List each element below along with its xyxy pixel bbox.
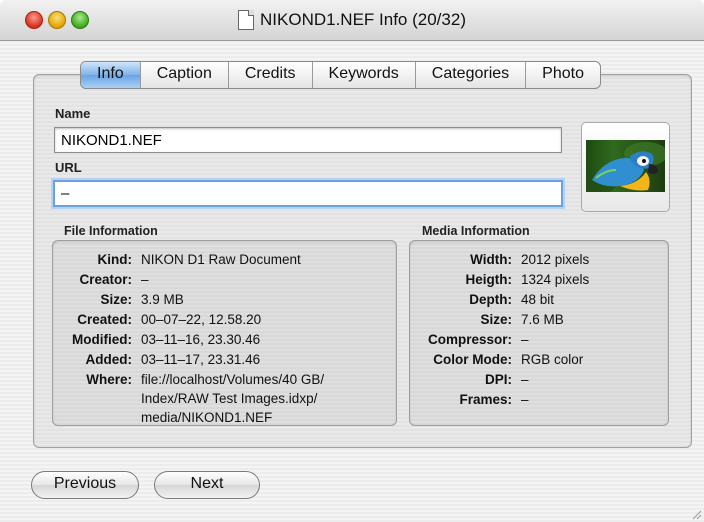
media-value: RGB color [521,352,584,367]
tab-keywords[interactable]: Keywords [311,62,415,88]
media-key: DPI: [485,372,512,387]
media-value: – [521,392,529,407]
file-value: 00–07–22, 12.58.20 [141,312,262,327]
info-window: NIKOND1.NEF Info (20/32) Info Caption Cr… [0,0,704,522]
media-key: Compressor: [427,332,512,347]
file-key: Kind: [97,252,133,267]
window-title: NIKOND1.NEF Info (20/32) [260,10,466,29]
tab-photo[interactable]: Photo [525,62,600,88]
file-information-title: File Information [64,224,158,238]
tab-credits[interactable]: Credits [227,62,312,88]
tab-bar: Info Caption Credits Keywords Categories… [80,61,601,89]
window-title-wrap: NIKOND1.NEF Info (20/32) [0,10,704,30]
media-key: Size: [480,312,512,327]
file-value: 3.9 MB [141,292,184,307]
media-key: Heigth: [465,272,513,287]
tab-categories[interactable]: Categories [414,62,525,88]
media-value: – [521,332,529,347]
file-key: Creator: [79,272,132,287]
name-label: Name [55,106,91,121]
title-bar[interactable]: NIKOND1.NEF Info (20/32) [0,0,704,41]
media-value: 2012 pixels [521,252,590,267]
file-key: Created: [77,312,132,327]
thumbnail-frame[interactable] [581,122,670,212]
file-value-cont: media/NIKOND1.NEF [141,410,273,425]
file-key: Where: [86,372,132,387]
media-value: – [521,372,529,387]
url-input[interactable] [53,180,563,207]
media-value: 1324 pixels [521,272,590,287]
url-label: URL [55,160,82,175]
file-key: Added: [85,352,133,367]
document-icon [238,10,255,30]
file-key: Size: [100,292,132,307]
media-key: Frames: [459,392,512,407]
tab-info[interactable]: Info [81,62,140,88]
media-key: Depth: [469,292,512,307]
file-value: 03–11–16, 23.30.46 [141,332,261,347]
media-value: 48 bit [521,292,555,307]
file-key: Modified: [72,332,132,347]
tab-caption[interactable]: Caption [139,62,228,88]
media-key: Color Mode: [433,352,512,367]
name-input[interactable] [54,127,562,153]
resize-grip-icon[interactable] [690,508,702,520]
file-value: file://localhost/Volumes/40 GB/ [141,372,325,387]
parrot-thumbnail-icon [586,140,665,192]
file-value: NIKON D1 Raw Document [141,252,301,267]
next-button[interactable]: Next [154,471,260,499]
file-value: – [141,272,149,287]
previous-button[interactable]: Previous [31,471,139,499]
media-key: Width: [470,252,512,267]
media-information-title: Media Information [422,224,530,238]
media-value: 7.6 MB [521,312,564,327]
file-value: 03–11–17, 23.31.46 [141,352,261,367]
file-value-cont: Index/RAW Test Images.idxp/ [141,391,318,406]
